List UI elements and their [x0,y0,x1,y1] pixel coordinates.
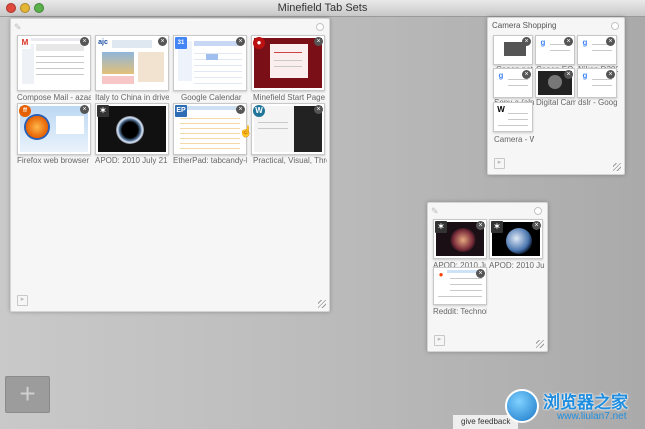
tab-label: Camera - W [494,135,534,144]
tab-label: Firefox web browser | [17,156,91,165]
tab-apod-eclipse[interactable]: ✶ [95,103,169,155]
tab-camera-6[interactable]: g × [577,68,617,98]
tab-apod-nebula[interactable]: ✶ × [433,219,487,259]
close-tab-icon[interactable]: × [236,105,245,114]
tab-google-calendar[interactable]: 31 × [173,35,247,91]
close-tab-icon[interactable]: × [606,37,615,46]
close-tab-icon[interactable]: × [158,37,167,46]
tab-label: Reddit: Technol [433,307,487,316]
tab-italy-china[interactable]: ajc × [95,35,169,91]
reddit-icon: ● [435,269,447,281]
close-tab-icon[interactable]: × [314,105,323,114]
close-tab-icon[interactable]: × [476,221,485,230]
apod-icon: ✶ [97,105,109,117]
close-tab-icon[interactable]: × [80,37,89,46]
close-tab-icon[interactable]: × [80,105,89,114]
tab-group-main[interactable]: ✎ M × Compose Mail - azaag ajc × Italy t… [10,18,330,312]
tab-label: EtherPad: tabcandy-bi [173,156,247,165]
firefox-icon: ff [19,105,31,117]
tab-label: APOD: 2010 July 21 - [95,156,169,165]
tab-minefield-start[interactable]: ● × [251,35,325,91]
watermark-url: www.liulan7.net [557,411,627,422]
tab-label: Google Calendar [181,93,242,102]
group-title[interactable]: Camera Shopping [492,21,556,30]
hand-cursor-icon: ☝ [239,126,253,138]
close-tab-icon[interactable]: × [532,221,541,230]
resize-handle-icon[interactable] [613,163,621,171]
tab-apod-earth[interactable]: ✶ × [489,219,543,259]
tab-label: Practical, Visual, Three [253,156,327,165]
apod-icon: ✶ [435,221,447,233]
tab-compose-mail[interactable]: M × [17,35,91,91]
tab-label: Minefield Start Page [253,93,326,102]
tab-camera-4[interactable]: g × [493,68,533,98]
window-titlebar: Minefield Tab Sets [0,0,645,17]
google-icon: g [537,37,549,49]
close-tab-icon[interactable]: × [236,37,245,46]
window-title: Minefield Tab Sets [277,2,368,14]
tab-etherpad[interactable]: EP × [173,103,247,155]
apod-icon: ✶ [491,221,503,233]
new-tab-in-group-icon[interactable]: ▸ [494,158,505,169]
close-group-icon[interactable] [316,23,324,31]
new-group-button[interactable]: + [5,376,50,413]
close-group-icon[interactable] [534,207,542,215]
new-tab-in-group-icon[interactable]: ▸ [17,295,28,306]
tab-group-camera-shopping[interactable]: Camera Shopping × g × g × Canon not a Ca… [487,17,625,175]
new-tab-in-group-icon[interactable]: ▸ [434,335,445,346]
tab-reddit[interactable]: ● × [433,267,487,305]
close-tab-icon[interactable]: × [564,70,573,79]
tab-practical-visual[interactable]: W × [251,103,325,155]
close-tab-icon[interactable]: × [564,37,573,46]
pencil-icon[interactable]: ✎ [14,22,22,33]
tab-label: Compose Mail - azaag [17,93,91,102]
pencil-icon[interactable]: ✎ [431,206,439,217]
tab-label: Digital Cam [536,98,576,107]
close-tab-icon[interactable]: × [522,37,531,46]
resize-handle-icon[interactable] [318,300,326,308]
google-icon: g [495,70,507,82]
minefield-icon: ● [253,37,265,49]
resize-handle-icon[interactable] [536,340,544,348]
tab-camera-2[interactable]: g × [535,35,575,65]
ajc-icon: ajc [97,37,109,49]
wikipedia-icon: W [495,104,507,116]
etherpad-icon: EP [175,105,187,117]
close-tab-icon[interactable]: × [314,37,323,46]
close-group-icon[interactable] [611,22,619,30]
browser-logo-icon [505,389,539,423]
tab-camera-7[interactable]: W [493,102,533,132]
close-tab-icon[interactable]: × [522,70,531,79]
tab-label: Italy to China in driver [95,93,169,102]
watermark-name: 浏览器之家 [543,393,628,412]
tab-label: dslr - Googl [578,98,618,107]
tab-label: APOD: 2010 Jul [489,261,545,270]
tab-camera-3[interactable]: g × [577,35,617,65]
calendar-icon: 31 [175,37,187,49]
google-icon: g [579,70,591,82]
watermark-logo: 浏览器之家 www.liulan7.net [505,387,645,427]
tab-camera-5[interactable]: × [535,68,575,98]
gmail-icon: M [19,37,31,49]
tab-group-space[interactable]: ✎ ✶ × ✶ × APOD: 2010 Jul APOD: 2010 Jul … [427,202,548,352]
tab-firefox[interactable]: ff × [17,103,91,155]
close-tab-icon[interactable]: × [476,269,485,278]
google-icon: g [579,37,591,49]
close-tab-icon[interactable]: × [606,70,615,79]
wordpress-icon: W [253,105,265,117]
tab-camera-1[interactable]: × [493,35,533,65]
